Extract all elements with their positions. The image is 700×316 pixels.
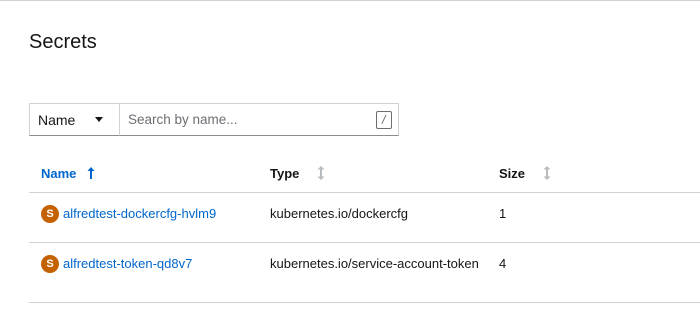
column-header-name[interactable]: Name [29,166,270,181]
header-divider [0,0,700,1]
caret-down-icon [95,117,103,122]
column-header-size[interactable]: Size [499,166,700,181]
cell-name: S alfredtest-dockercfg-hvlm9 [29,193,270,242]
filter-toolbar: Name / [29,103,399,136]
cell-name: S alfredtest-token-qd8v7 [29,243,270,302]
table-row: S alfredtest-token-qd8v7 kubernetes.io/s… [29,243,700,303]
cell-type: kubernetes.io/service-account-token [270,256,479,271]
secret-resource-badge: S [41,205,59,223]
table-row: S alfredtest-dockercfg-hvlm9 kubernetes.… [29,193,700,243]
page-title: Secrets [29,31,97,53]
column-header-size-label: Size [499,165,526,181]
column-header-type[interactable]: Type [270,166,499,181]
secret-resource-badge: S [41,255,59,273]
column-header-name-label: Name [41,165,77,181]
sort-both-icon [317,166,325,180]
secret-link[interactable]: alfredtest-token-qd8v7 [63,254,192,274]
cell-type: kubernetes.io/dockercfg [270,206,409,221]
search-input[interactable] [128,112,376,127]
search-box: / [119,103,399,136]
column-header-type-label: Type [270,165,300,181]
cell-size: 4 [499,256,507,271]
table-header: Name Type Size [29,154,700,193]
filter-type-label: Name [38,111,76,128]
secret-link[interactable]: alfredtest-dockercfg-hvlm9 [63,204,216,224]
cell-size: 1 [499,206,507,221]
secrets-table: Name Type Size S alfredtest-dockercfg-hv… [29,154,700,303]
keyboard-shortcut-hint: / [376,110,392,129]
filter-type-dropdown[interactable]: Name [29,103,119,136]
arrow-up-icon [86,166,96,180]
sort-both-icon [543,166,551,180]
